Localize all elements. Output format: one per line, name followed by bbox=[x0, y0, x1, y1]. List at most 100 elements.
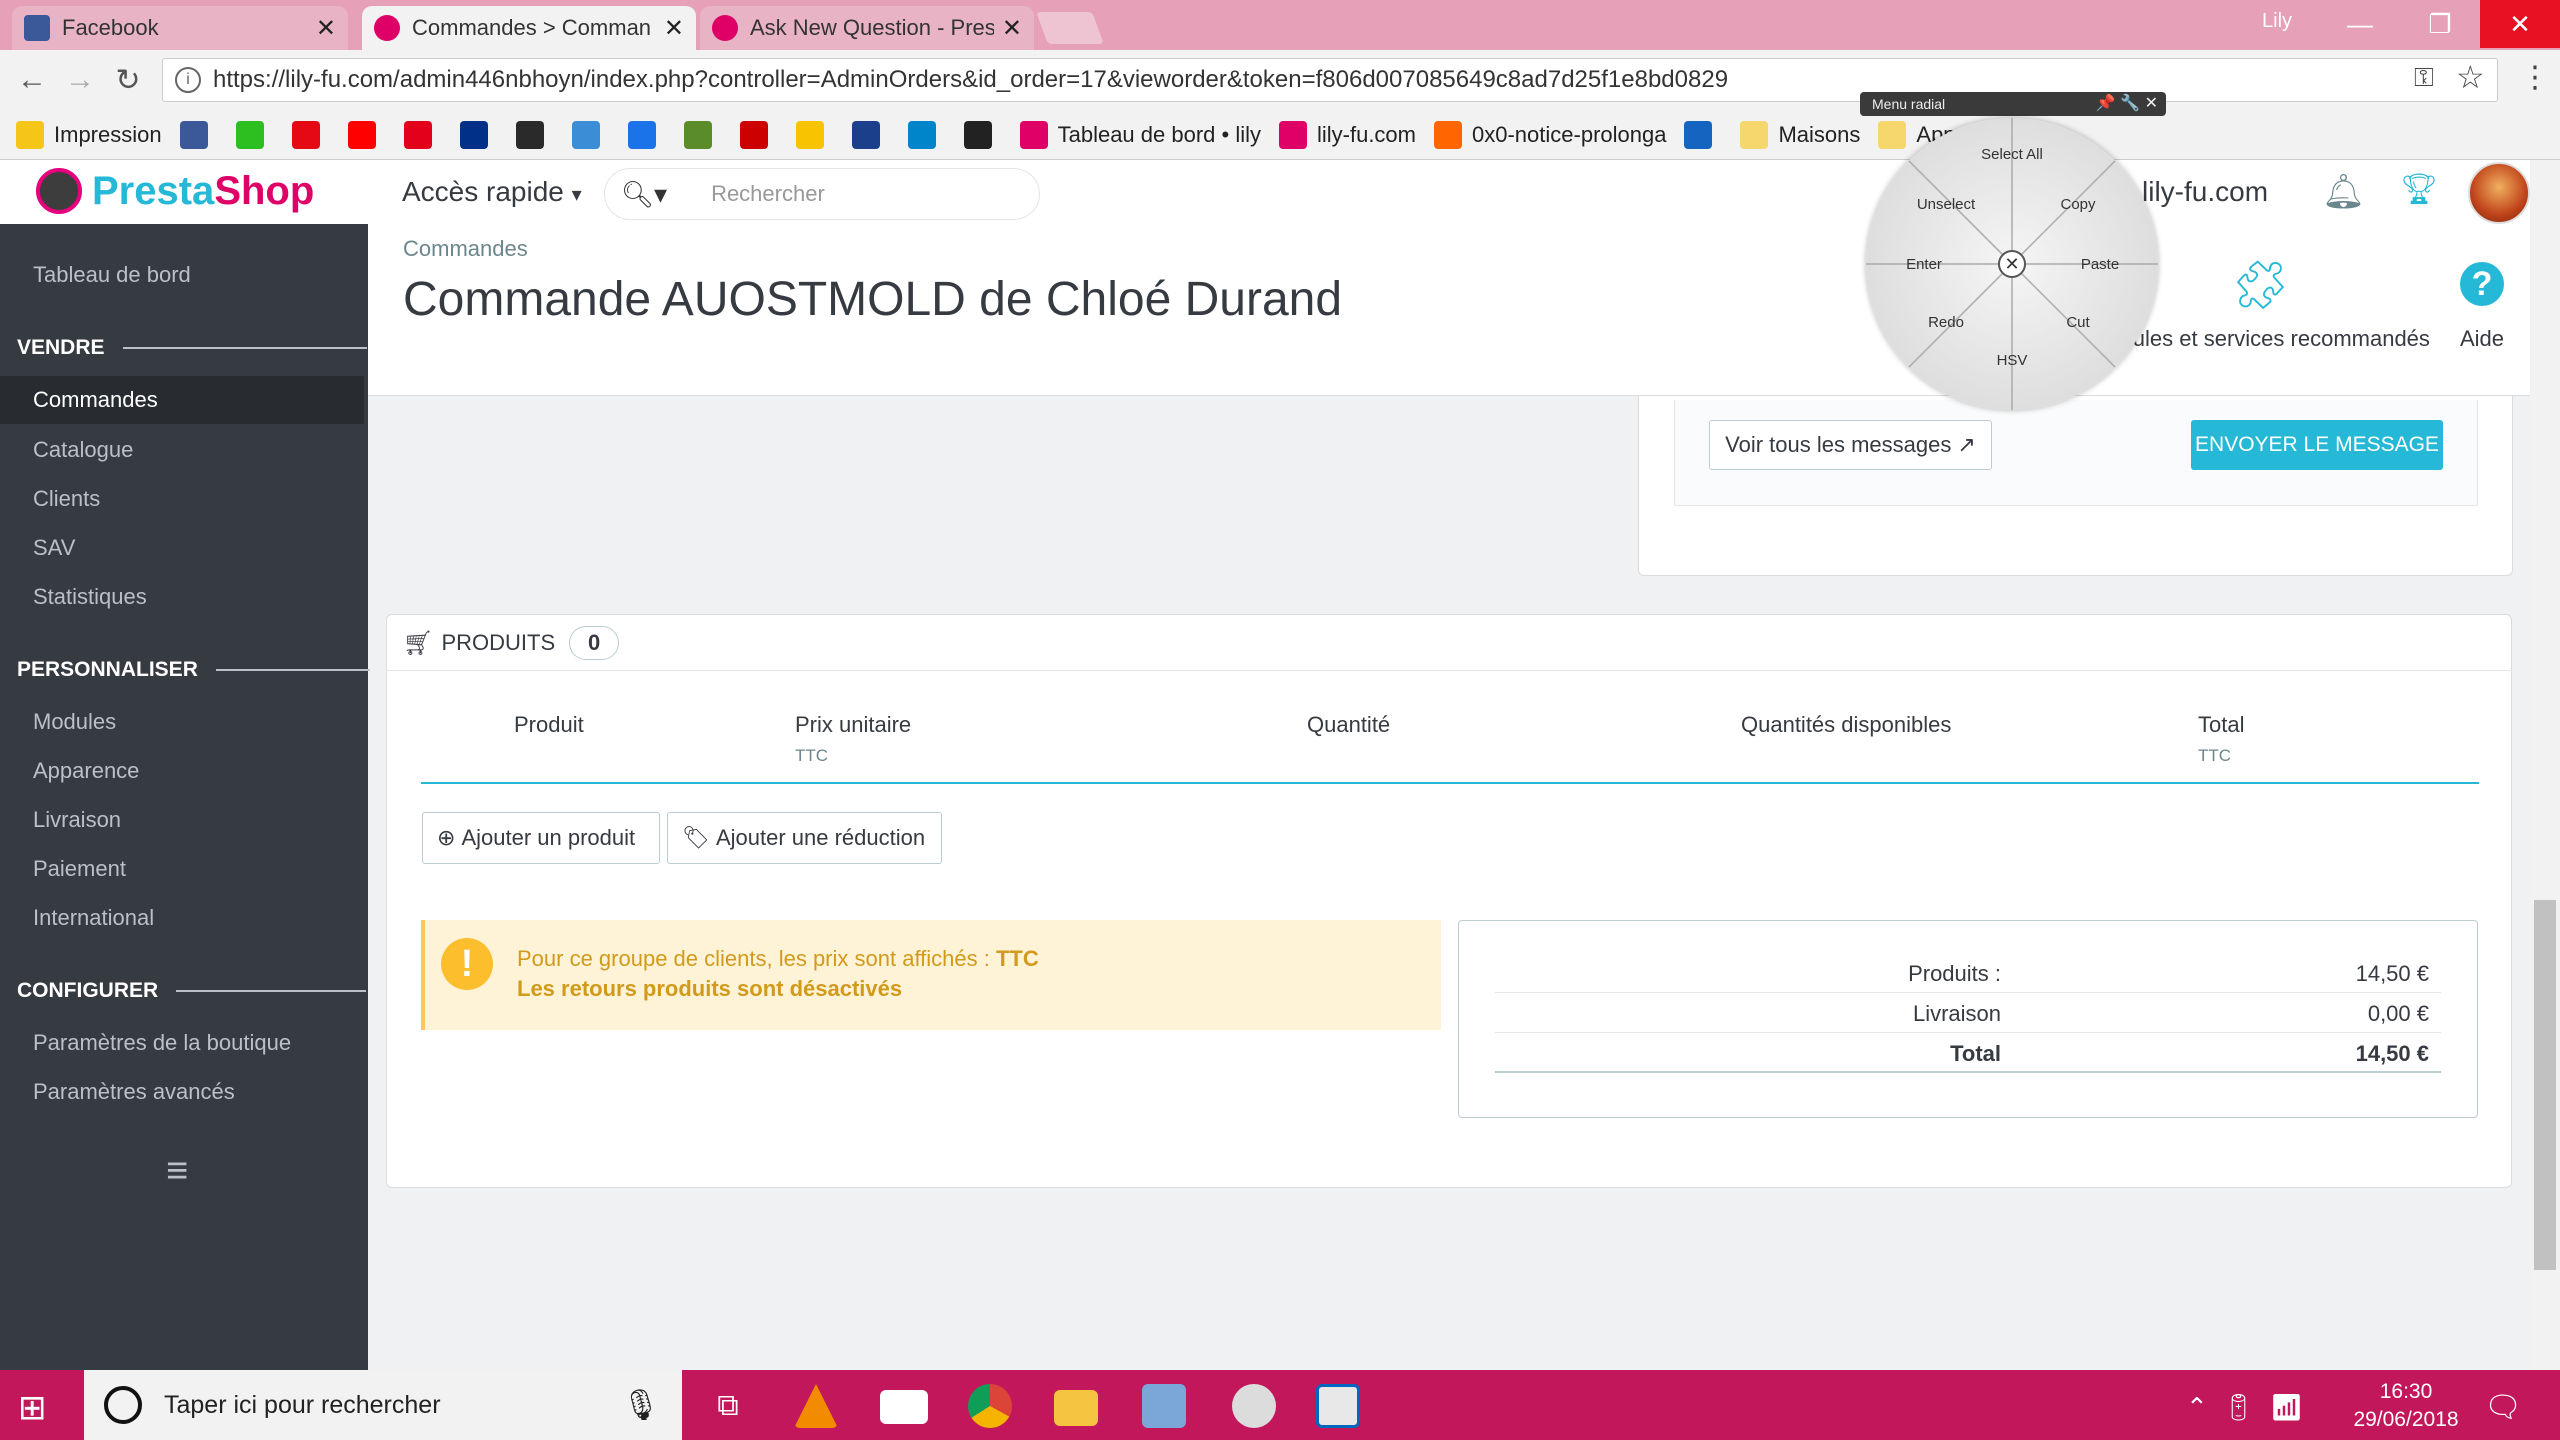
scrollbar-thumb[interactable] bbox=[2534, 900, 2556, 1270]
help-link[interactable]: Aide bbox=[2460, 326, 2504, 352]
bookmark-item[interactable] bbox=[683, 120, 722, 149]
chrome-icon[interactable] bbox=[968, 1384, 1012, 1428]
bookmark-item[interactable] bbox=[235, 120, 274, 149]
bookmark-item[interactable]: Tableau de bord • lily bbox=[1019, 120, 1261, 149]
file-explorer-icon[interactable] bbox=[1054, 1390, 1098, 1426]
bookmark-item[interactable]: lily-fu.com bbox=[1278, 120, 1416, 149]
sidebar-item-international[interactable]: International bbox=[33, 905, 154, 931]
shop-link[interactable]: lily-fu.com bbox=[2142, 176, 2268, 208]
avatar[interactable] bbox=[2468, 162, 2530, 224]
bookmark-item[interactable]: 0x0-notice-prolonga bbox=[1434, 120, 1666, 149]
microphone-icon[interactable]: 🎙︎ bbox=[622, 1388, 660, 1423]
sidebar-item-advanced-settings[interactable]: Paramètres avancés bbox=[33, 1079, 235, 1105]
system-tray[interactable]: ⌃ 🔋︎ 📶︎ bbox=[2186, 1392, 2303, 1423]
info-icon[interactable]: i bbox=[175, 67, 201, 93]
vlc-icon[interactable] bbox=[794, 1384, 838, 1428]
app-icon-paint[interactable] bbox=[1232, 1384, 1276, 1428]
view-all-messages-button[interactable]: Voir tous les messages ↗ bbox=[1709, 420, 1992, 470]
bookmark-item[interactable] bbox=[459, 120, 498, 149]
sidebar-item-clients[interactable]: Clients bbox=[33, 486, 100, 512]
add-discount-button[interactable]: 🏷︎ Ajouter une réduction bbox=[667, 812, 942, 864]
minimize-icon[interactable]: — bbox=[2320, 0, 2400, 48]
send-message-button[interactable]: ENVOYER LE MESSAGE bbox=[2191, 420, 2443, 470]
collapse-menu-icon[interactable]: ≡ bbox=[166, 1150, 188, 1193]
quick-access-dropdown[interactable]: Accès rapide ▾ bbox=[402, 176, 582, 208]
search-input[interactable]: Rechercher bbox=[711, 181, 825, 207]
bookmark-item[interactable] bbox=[963, 120, 1002, 149]
cart-icon: 🛒︎ bbox=[403, 629, 434, 657]
sidebar-item-dashboard[interactable]: Tableau de bord bbox=[33, 262, 191, 288]
task-view-icon[interactable]: ⧉ bbox=[706, 1384, 750, 1428]
bell-icon[interactable]: 🔔︎ bbox=[2322, 172, 2365, 212]
col-header-unit-price: Prix unitaire bbox=[795, 712, 912, 737]
bookmark-item[interactable] bbox=[179, 120, 218, 149]
close-tab-icon[interactable]: ✕ bbox=[664, 14, 684, 43]
radial-close-icon[interactable]: ✕ bbox=[1998, 250, 2026, 278]
radial-enter[interactable]: Enter bbox=[1884, 256, 1964, 274]
prestashop-logo[interactable]: Presta Shop bbox=[36, 168, 314, 214]
radial-select-all[interactable]: Select All bbox=[1972, 146, 2052, 164]
bookmark-item[interactable] bbox=[795, 120, 834, 149]
puzzle-icon[interactable]: 🧩︎ bbox=[2230, 256, 2291, 313]
search-icon[interactable]: 🔍︎▾ bbox=[621, 179, 667, 210]
key-icon[interactable]: ⚿ bbox=[2414, 62, 2434, 94]
bookmark-item[interactable] bbox=[907, 120, 946, 149]
sidebar-item-shop-settings[interactable]: Paramètres de la boutique bbox=[33, 1030, 291, 1056]
windows-start-icon[interactable]: ⊞ bbox=[18, 1388, 47, 1428]
bookmark-item[interactable] bbox=[627, 120, 666, 149]
new-tab-button[interactable] bbox=[1036, 12, 1104, 44]
restore-icon[interactable]: ❐ bbox=[2400, 0, 2480, 48]
bookmark-item[interactable] bbox=[347, 120, 386, 149]
help-icon[interactable]: ? bbox=[2460, 262, 2504, 306]
radial-redo[interactable]: Redo bbox=[1906, 314, 1986, 332]
breadcrumb[interactable]: Commandes bbox=[403, 236, 528, 262]
radial-hsv[interactable]: HSV bbox=[1972, 352, 2052, 370]
mail-icon[interactable] bbox=[880, 1390, 928, 1424]
sidebar-item-commandes[interactable]: Commandes bbox=[0, 376, 364, 424]
radial-paste[interactable]: Paste bbox=[2060, 256, 2140, 274]
sidebar-item-modules[interactable]: Modules bbox=[33, 709, 116, 735]
radial-cut[interactable]: Cut bbox=[2038, 314, 2118, 332]
bookmark-item[interactable] bbox=[1684, 120, 1722, 149]
sidebar-item-catalogue[interactable]: Catalogue bbox=[33, 437, 133, 463]
close-tab-icon[interactable]: ✕ bbox=[1002, 14, 1022, 43]
app-icon-active[interactable] bbox=[1316, 1384, 1360, 1428]
sidebar-item-livraison[interactable]: Livraison bbox=[33, 807, 121, 833]
radial-menu[interactable]: Select All Copy Paste Cut HSV Redo Enter… bbox=[1866, 118, 2158, 410]
app-icon-remote[interactable] bbox=[1142, 1384, 1186, 1428]
bookmark-star-icon[interactable]: ☆ bbox=[2456, 58, 2485, 96]
add-product-button[interactable]: ⊕ Ajouter un produit bbox=[422, 812, 660, 864]
admin-search[interactable]: 🔍︎▾ Rechercher bbox=[604, 168, 1040, 220]
bookmark-item[interactable] bbox=[515, 120, 554, 149]
close-window-icon[interactable]: ✕ bbox=[2480, 0, 2560, 48]
reload-icon[interactable]: ↻ bbox=[108, 60, 148, 100]
tab-commandes[interactable]: Commandes > Comman ✕ bbox=[362, 6, 696, 50]
bookmark-item[interactable] bbox=[571, 120, 610, 149]
totals-value: 14,50 € bbox=[2355, 1041, 2429, 1066]
notifications-icon[interactable]: 🗨︎ bbox=[2484, 1390, 2522, 1425]
browser-menu-icon[interactable]: ⋮ bbox=[2520, 60, 2550, 95]
tab-facebook[interactable]: Facebook ✕ bbox=[12, 6, 348, 50]
sidebar-item-apparence[interactable]: Apparence bbox=[33, 758, 139, 784]
taskbar-search-input[interactable]: Taper ici pour rechercher bbox=[164, 1391, 441, 1420]
back-icon[interactable]: ← bbox=[12, 60, 52, 100]
tab-ask-question[interactable]: Ask New Question - Pres ✕ bbox=[700, 6, 1034, 50]
bookmark-item[interactable]: Impression bbox=[16, 120, 162, 149]
sidebar-item-statistiques[interactable]: Statistiques bbox=[33, 584, 147, 610]
sidebar-item-sav[interactable]: SAV bbox=[33, 535, 75, 561]
taskbar-search[interactable]: Taper ici pour rechercher 🎙︎ bbox=[84, 1370, 682, 1440]
bookmark-item[interactable] bbox=[403, 120, 442, 149]
close-icon[interactable]: 📌 🔧 ✕ bbox=[2096, 92, 2158, 116]
bookmark-item[interactable] bbox=[739, 120, 778, 149]
profile-name[interactable]: Lily bbox=[2262, 10, 2292, 33]
sidebar-item-paiement[interactable]: Paiement bbox=[33, 856, 126, 882]
radial-unselect[interactable]: Unselect bbox=[1906, 196, 1986, 214]
bookmark-item[interactable] bbox=[851, 120, 890, 149]
bookmark-item[interactable] bbox=[291, 120, 330, 149]
forward-icon[interactable]: → bbox=[60, 60, 100, 100]
clock[interactable]: 16:30 29/06/2018 bbox=[2346, 1378, 2466, 1434]
bookmark-item[interactable]: Maisons bbox=[1740, 120, 1860, 149]
trophy-icon[interactable]: 🏆︎ bbox=[2400, 172, 2438, 207]
radial-copy[interactable]: Copy bbox=[2038, 196, 2118, 214]
close-tab-icon[interactable]: ✕ bbox=[316, 14, 336, 43]
